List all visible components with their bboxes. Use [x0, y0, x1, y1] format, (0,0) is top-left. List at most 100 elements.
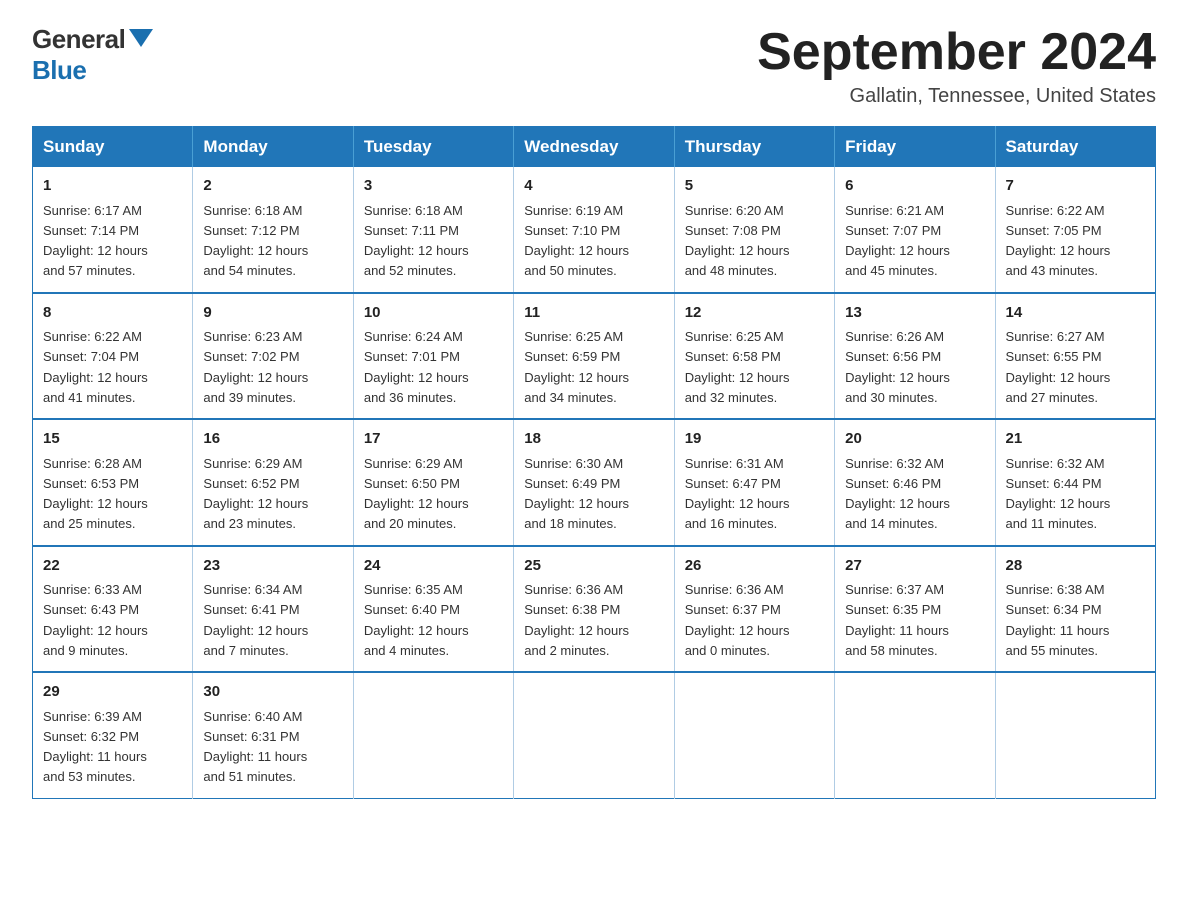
- table-row: 5Sunrise: 6:20 AMSunset: 7:08 PMDaylight…: [674, 167, 834, 293]
- table-row: 18 Sunrise: 6:30 AMSunset: 6:49 PMDayligh…: [514, 419, 674, 546]
- page-title: September 2024: [757, 24, 1156, 81]
- calendar-week-row: 1 Sunrise: 6:17 AMSunset: 7:14 PMDaylight…: [33, 167, 1156, 293]
- table-row: 8Sunrise: 6:22 AMSunset: 7:04 PMDaylight…: [33, 293, 193, 420]
- table-row: 26 Sunrise: 6:36 AMSunset: 6:37 PMDayligh…: [674, 546, 834, 673]
- day-number: 13: [845, 302, 984, 325]
- calendar-week-row: 22 Sunrise: 6:33 AMSunset: 6:43 PMDayligh…: [33, 546, 1156, 673]
- table-row: 17Sunrise: 6:29 AMSunset: 6:50 PMDayligh…: [353, 419, 513, 546]
- day-number: 20: [845, 428, 984, 451]
- logo-general-text: General: [32, 24, 125, 55]
- day-number: 5: [685, 175, 824, 198]
- table-row: 21 Sunrise: 6:32 AMSunset: 6:44 PMDayligh…: [995, 419, 1155, 546]
- day-number: 23: [203, 555, 342, 578]
- col-header-wednesday: Wednesday: [514, 127, 674, 168]
- day-info: Sunrise: 6:31 AMSunset: 6:47 PMDaylight:…: [685, 456, 790, 532]
- table-row: 23Sunrise: 6:34 AMSunset: 6:41 PMDayligh…: [193, 546, 353, 673]
- table-row: 10 Sunrise: 6:24 AMSunset: 7:01 PMDayligh…: [353, 293, 513, 420]
- day-info: Sunrise: 6:23 AMSunset: 7:02 PMDaylight:…: [203, 329, 308, 405]
- col-header-sunday: Sunday: [33, 127, 193, 168]
- day-info: Sunrise: 6:33 AMSunset: 6:43 PMDaylight:…: [43, 582, 148, 658]
- logo-blue-text: Blue: [32, 55, 86, 86]
- day-info: Sunrise: 6:32 AMSunset: 6:46 PMDaylight:…: [845, 456, 950, 532]
- day-info: Sunrise: 6:22 AMSunset: 7:04 PMDaylight:…: [43, 329, 148, 405]
- day-info: Sunrise: 6:29 AMSunset: 6:52 PMDaylight:…: [203, 456, 308, 532]
- day-info: Sunrise: 6:22 AMSunset: 7:05 PMDaylight:…: [1006, 203, 1111, 279]
- day-number: 30: [203, 681, 342, 704]
- day-number: 6: [845, 175, 984, 198]
- day-number: 28: [1006, 555, 1145, 578]
- col-header-thursday: Thursday: [674, 127, 834, 168]
- day-info: Sunrise: 6:39 AMSunset: 6:32 PMDaylight:…: [43, 709, 147, 785]
- table-row: 28 Sunrise: 6:38 AMSunset: 6:34 PMDayligh…: [995, 546, 1155, 673]
- table-row: 7 Sunrise: 6:22 AMSunset: 7:05 PMDaylight…: [995, 167, 1155, 293]
- table-row: 22 Sunrise: 6:33 AMSunset: 6:43 PMDayligh…: [33, 546, 193, 673]
- table-row: 15Sunrise: 6:28 AMSunset: 6:53 PMDayligh…: [33, 419, 193, 546]
- day-info: Sunrise: 6:36 AMSunset: 6:37 PMDaylight:…: [685, 582, 790, 658]
- col-header-saturday: Saturday: [995, 127, 1155, 168]
- table-row: 25 Sunrise: 6:36 AMSunset: 6:38 PMDayligh…: [514, 546, 674, 673]
- day-info: Sunrise: 6:17 AMSunset: 7:14 PMDaylight:…: [43, 203, 148, 279]
- table-row: 1 Sunrise: 6:17 AMSunset: 7:14 PMDaylight…: [33, 167, 193, 293]
- table-row: [674, 672, 834, 798]
- calendar-week-row: 29Sunrise: 6:39 AMSunset: 6:32 PMDayligh…: [33, 672, 1156, 798]
- day-info: Sunrise: 6:28 AMSunset: 6:53 PMDaylight:…: [43, 456, 148, 532]
- day-number: 26: [685, 555, 824, 578]
- table-row: [353, 672, 513, 798]
- day-info: Sunrise: 6:24 AMSunset: 7:01 PMDaylight:…: [364, 329, 469, 405]
- logo: General Blue: [32, 24, 153, 86]
- day-info: Sunrise: 6:18 AMSunset: 7:11 PMDaylight:…: [364, 203, 469, 279]
- table-row: 12 Sunrise: 6:25 AMSunset: 6:58 PMDayligh…: [674, 293, 834, 420]
- day-number: 11: [524, 302, 663, 325]
- day-info: Sunrise: 6:21 AMSunset: 7:07 PMDaylight:…: [845, 203, 950, 279]
- table-row: 19 Sunrise: 6:31 AMSunset: 6:47 PMDayligh…: [674, 419, 834, 546]
- day-info: Sunrise: 6:40 AMSunset: 6:31 PMDaylight:…: [203, 709, 307, 785]
- table-row: [835, 672, 995, 798]
- day-info: Sunrise: 6:25 AMSunset: 6:59 PMDaylight:…: [524, 329, 629, 405]
- day-info: Sunrise: 6:29 AMSunset: 6:50 PMDaylight:…: [364, 456, 469, 532]
- day-info: Sunrise: 6:19 AMSunset: 7:10 PMDaylight:…: [524, 203, 629, 279]
- col-header-friday: Friday: [835, 127, 995, 168]
- table-row: 29Sunrise: 6:39 AMSunset: 6:32 PMDayligh…: [33, 672, 193, 798]
- table-row: 13 Sunrise: 6:26 AMSunset: 6:56 PMDayligh…: [835, 293, 995, 420]
- table-row: 2 Sunrise: 6:18 AMSunset: 7:12 PMDaylight…: [193, 167, 353, 293]
- day-number: 12: [685, 302, 824, 325]
- table-row: 24Sunrise: 6:35 AMSunset: 6:40 PMDayligh…: [353, 546, 513, 673]
- calendar-table: Sunday Monday Tuesday Wednesday Thursday…: [32, 126, 1156, 799]
- table-row: 3 Sunrise: 6:18 AMSunset: 7:11 PMDaylight…: [353, 167, 513, 293]
- day-number: 19: [685, 428, 824, 451]
- table-row: 14 Sunrise: 6:27 AMSunset: 6:55 PMDayligh…: [995, 293, 1155, 420]
- day-number: 2: [203, 175, 342, 198]
- table-row: 20 Sunrise: 6:32 AMSunset: 6:46 PMDayligh…: [835, 419, 995, 546]
- day-info: Sunrise: 6:35 AMSunset: 6:40 PMDaylight:…: [364, 582, 469, 658]
- logo-triangle-icon: [129, 29, 153, 47]
- day-number: 16: [203, 428, 342, 451]
- calendar-header-row: Sunday Monday Tuesday Wednesday Thursday…: [33, 127, 1156, 168]
- table-row: 4 Sunrise: 6:19 AMSunset: 7:10 PMDaylight…: [514, 167, 674, 293]
- day-number: 10: [364, 302, 503, 325]
- table-row: [514, 672, 674, 798]
- table-row: 6 Sunrise: 6:21 AMSunset: 7:07 PMDaylight…: [835, 167, 995, 293]
- table-row: 9Sunrise: 6:23 AMSunset: 7:02 PMDaylight…: [193, 293, 353, 420]
- day-number: 21: [1006, 428, 1145, 451]
- day-info: Sunrise: 6:27 AMSunset: 6:55 PMDaylight:…: [1006, 329, 1111, 405]
- day-info: Sunrise: 6:38 AMSunset: 6:34 PMDaylight:…: [1006, 582, 1110, 658]
- calendar-week-row: 8Sunrise: 6:22 AMSunset: 7:04 PMDaylight…: [33, 293, 1156, 420]
- day-number: 27: [845, 555, 984, 578]
- day-info: Sunrise: 6:36 AMSunset: 6:38 PMDaylight:…: [524, 582, 629, 658]
- day-number: 7: [1006, 175, 1145, 198]
- day-info: Sunrise: 6:25 AMSunset: 6:58 PMDaylight:…: [685, 329, 790, 405]
- day-number: 4: [524, 175, 663, 198]
- day-number: 14: [1006, 302, 1145, 325]
- day-info: Sunrise: 6:30 AMSunset: 6:49 PMDaylight:…: [524, 456, 629, 532]
- day-info: Sunrise: 6:26 AMSunset: 6:56 PMDaylight:…: [845, 329, 950, 405]
- day-number: 3: [364, 175, 503, 198]
- day-info: Sunrise: 6:32 AMSunset: 6:44 PMDaylight:…: [1006, 456, 1111, 532]
- page: General Blue September 2024 Gallatin, Te…: [0, 0, 1188, 831]
- day-number: 18: [524, 428, 663, 451]
- day-info: Sunrise: 6:18 AMSunset: 7:12 PMDaylight:…: [203, 203, 308, 279]
- col-header-monday: Monday: [193, 127, 353, 168]
- day-number: 1: [43, 175, 182, 198]
- day-number: 25: [524, 555, 663, 578]
- col-header-tuesday: Tuesday: [353, 127, 513, 168]
- day-number: 22: [43, 555, 182, 578]
